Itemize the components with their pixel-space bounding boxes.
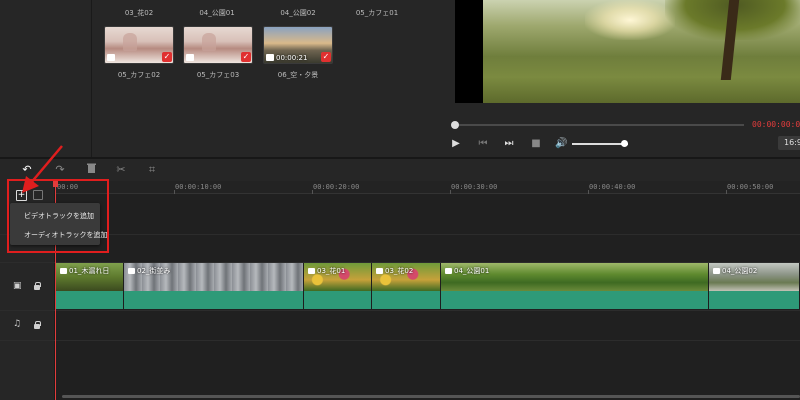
ruler-label: 00:00:20:00 (313, 183, 360, 191)
empty-track-row (0, 235, 800, 263)
aspect-ratio-button[interactable]: 16:9 (778, 136, 800, 150)
clip-bar (304, 291, 371, 309)
redo-icon[interactable]: ↷ (53, 163, 67, 177)
clip-bar (709, 291, 799, 309)
ruler-label: 00:00:10:00 (175, 183, 222, 191)
clip-bar (372, 291, 440, 309)
video-clip[interactable]: 02_街並み (124, 263, 304, 309)
check-icon[interactable]: ✓ (241, 52, 251, 62)
media-label: 05_カフェ02 (117, 71, 161, 79)
empty-track-row (0, 205, 800, 235)
horizontal-scrollbar[interactable] (62, 395, 800, 398)
timecode: 00:00:00:00 (752, 120, 800, 129)
prev-frame-icon[interactable]: ⏮ (477, 138, 489, 150)
ruler-tick (450, 190, 451, 194)
video-clip[interactable]: 04_公園02 (709, 263, 800, 309)
image-type-icon (186, 54, 194, 61)
audio-track-row (0, 311, 800, 341)
clip-bar (56, 291, 123, 309)
film-icon (266, 54, 274, 61)
ruler-tick (174, 190, 175, 194)
annotation-highlight-box (7, 179, 109, 253)
media-label: 04_公園01 (199, 9, 235, 17)
clip-label: 03_花01 (308, 266, 345, 276)
check-icon[interactable]: ✓ (162, 52, 172, 62)
clip-bar (124, 291, 303, 309)
editor-window: 03_花02 04_公園01 04_公園02 05_カフェ01 ✓ ✓ 00:0… (0, 0, 800, 400)
volume-icon[interactable]: 🔊 (555, 138, 567, 150)
clip-label: 04_公園01 (445, 266, 489, 276)
volume-handle[interactable] (620, 140, 628, 147)
play-icon[interactable]: ▶ (450, 138, 462, 150)
trash-svg (86, 163, 96, 173)
ruler-label: 00:00:50:00 (727, 183, 774, 191)
film-track-icon: ▣ (13, 281, 22, 291)
cut-icon[interactable]: ✂ (114, 163, 128, 177)
image-type-icon (107, 54, 115, 61)
clip-label: 01_木漏れ日 (60, 266, 109, 276)
undo-icon[interactable]: ↶ (20, 163, 34, 177)
library-sidebar (0, 0, 92, 157)
clip-label: 02_街並み (128, 266, 170, 276)
crop-icon[interactable]: ⌗ (145, 163, 159, 177)
seek-handle[interactable] (451, 121, 459, 129)
letterbox-bar (455, 0, 483, 103)
next-frame-icon[interactable]: ⏭ (503, 138, 515, 150)
clip-label: 03_花02 (376, 266, 413, 276)
lock-icon[interactable] (34, 321, 41, 329)
media-label: 05_カフェ01 (355, 9, 399, 17)
media-thumbnail[interactable]: ✓ (183, 26, 253, 64)
ruler-tick (726, 190, 727, 194)
ruler-tick (312, 190, 313, 194)
music-icon: ♫ (13, 319, 22, 329)
clip-label: 04_公園02 (713, 266, 757, 276)
video-clip[interactable]: 03_花01 (304, 263, 372, 309)
check-icon[interactable]: ✓ (321, 52, 331, 62)
delete-icon[interactable] (84, 163, 98, 177)
ruler-label: 00:00:30:00 (451, 183, 498, 191)
preview-video (455, 0, 800, 103)
video-clip[interactable]: 01_木漏れ日 (56, 263, 124, 309)
volume-slider[interactable] (572, 143, 628, 145)
sun-glow (585, 0, 675, 40)
stop-icon[interactable]: ■ (530, 138, 542, 150)
media-label: 04_公園02 (280, 9, 316, 17)
seek-bar[interactable] (454, 124, 744, 126)
video-clip[interactable]: 04_公園01 (441, 263, 709, 309)
ruler-label: 00:00:40:00 (589, 183, 636, 191)
media-label: 05_カフェ03 (196, 71, 240, 79)
ruler-tick (588, 190, 589, 194)
time-ruler[interactable] (55, 181, 800, 194)
media-label: 06_空・夕景 (277, 71, 319, 79)
media-thumbnail[interactable]: ✓ (104, 26, 174, 64)
lock-icon[interactable] (34, 282, 41, 290)
clip-duration: 00:00:21 (276, 54, 308, 62)
video-clip[interactable]: 03_花02 (372, 263, 441, 309)
clip-bar (441, 291, 708, 309)
media-label: 03_花02 (124, 9, 154, 17)
media-thumbnail[interactable]: 00:00:21 ✓ (263, 26, 333, 64)
